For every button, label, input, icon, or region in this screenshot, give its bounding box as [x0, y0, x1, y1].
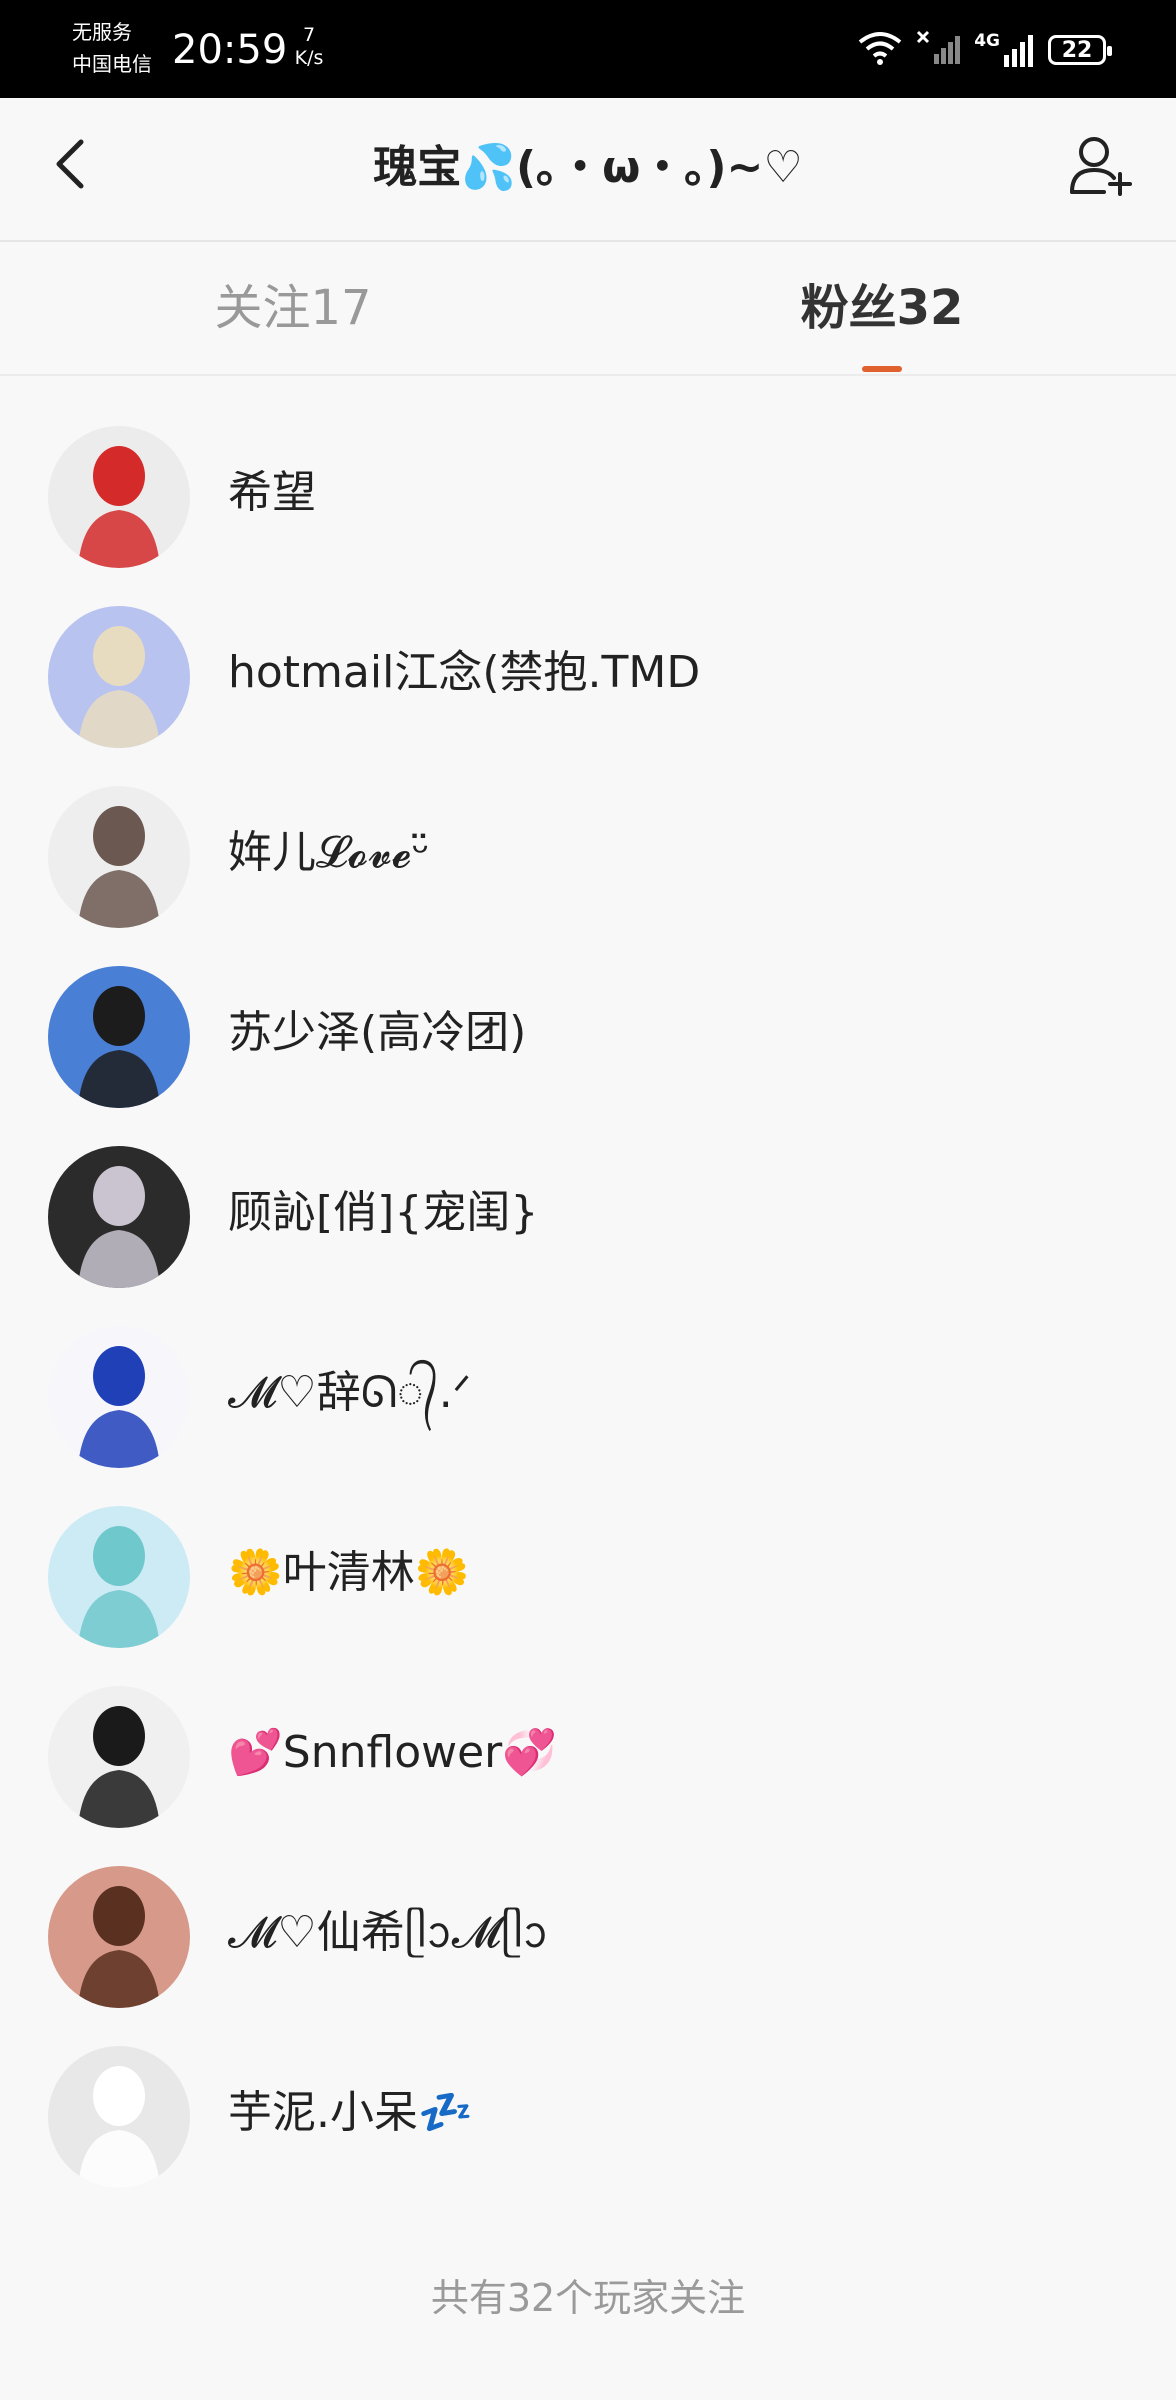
- follower-name: hotmail江念(禁抱.TMD: [228, 647, 701, 698]
- wifi-icon: [856, 30, 904, 70]
- follower-name: 💕Snnflower💞: [228, 1727, 558, 1778]
- no-signal-sim1-icon: [916, 30, 962, 70]
- avatar[interactable]: [48, 1686, 190, 1828]
- list-item[interactable]: 苏少泽(高冷团): [0, 941, 1176, 1121]
- back-button[interactable]: [40, 136, 100, 196]
- follower-name: 姩儿𝓛𝓸𝓿𝓮ᵕ̈: [228, 827, 430, 878]
- list-item[interactable]: 顾訫[俏]{宠闺}: [0, 1121, 1176, 1301]
- avatar[interactable]: [48, 1506, 190, 1648]
- avatar[interactable]: [48, 1866, 190, 2008]
- follower-name: 𝓜♡辞ᘏ᭄.ᐟ: [228, 1367, 472, 1418]
- network-speed: 7 K/s: [292, 24, 326, 70]
- avatar[interactable]: [48, 786, 190, 928]
- clock: 20:59: [172, 27, 288, 73]
- list-item[interactable]: hotmail江念(禁抱.TMD: [0, 581, 1176, 761]
- add-user-icon: [1068, 134, 1134, 200]
- list-item[interactable]: 🌼叶清林🌼: [0, 1481, 1176, 1661]
- battery-level: 22: [1061, 37, 1093, 63]
- page-title: 瑰宝💦(｡・ω・｡)~♡: [373, 142, 803, 193]
- battery-icon: 22: [1048, 35, 1112, 65]
- follow-tabs: 关注17 粉丝32: [0, 242, 1176, 376]
- chevron-left-icon: [53, 138, 87, 194]
- top-bar: 瑰宝💦(｡・ω・｡)~♡: [0, 98, 1176, 242]
- tab-fans[interactable]: 粉丝32: [682, 278, 1082, 338]
- avatar[interactable]: [48, 606, 190, 748]
- carrier-name: 中国电信: [72, 52, 152, 76]
- list-item[interactable]: 芋泥.小呆💤: [0, 2021, 1176, 2201]
- follower-name: 苏少泽(高冷团): [228, 1007, 527, 1058]
- signal-4g-icon: 4G: [974, 33, 1036, 67]
- speed-value: 7: [302, 24, 316, 46]
- follower-list[interactable]: 希望 hotmail江念(禁抱.TMD 姩儿𝓛𝓸𝓿𝓮ᵕ̈ 苏少泽(高冷团) 顾訫[俏]{…: [0, 378, 1176, 2228]
- avatar[interactable]: [48, 2046, 190, 2188]
- follower-name: 𝓜♡仙希ᥫᩣ𝓜ᥫᩣ: [228, 1907, 549, 1958]
- avatar[interactable]: [48, 966, 190, 1108]
- list-item[interactable]: 希望: [0, 401, 1176, 581]
- follower-name: 希望: [228, 467, 316, 518]
- status-icons: 4G 22: [856, 28, 1112, 72]
- carrier-info: 无服务 中国电信: [72, 16, 152, 80]
- follower-name: 🌼叶清林🌼: [228, 1547, 470, 1598]
- follower-name: 芋泥.小呆💤: [228, 2087, 473, 2138]
- status-bar: 无服务 中国电信 20:59 7 K/s 4G 22: [0, 0, 1176, 98]
- no-service-text: 无服务: [72, 20, 132, 44]
- network-type: 4G: [974, 31, 1000, 51]
- add-friend-button[interactable]: [1066, 134, 1136, 200]
- list-item[interactable]: 💕Snnflower💞: [0, 1661, 1176, 1841]
- tab-following[interactable]: 关注17: [93, 278, 493, 338]
- follower-count-footer: 共有32个玩家关注: [430, 2276, 746, 2320]
- list-item[interactable]: 姩儿𝓛𝓸𝓿𝓮ᵕ̈: [0, 761, 1176, 941]
- avatar[interactable]: [48, 426, 190, 568]
- list-item[interactable]: 𝓜♡仙希ᥫᩣ𝓜ᥫᩣ: [0, 1841, 1176, 2021]
- avatar[interactable]: [48, 1326, 190, 1468]
- avatar[interactable]: [48, 1146, 190, 1288]
- active-tab-indicator: [862, 366, 902, 372]
- follower-name: 顾訫[俏]{宠闺}: [228, 1187, 539, 1238]
- speed-unit: K/s: [294, 47, 324, 69]
- list-item[interactable]: 𝓜♡辞ᘏ᭄.ᐟ: [0, 1301, 1176, 1481]
